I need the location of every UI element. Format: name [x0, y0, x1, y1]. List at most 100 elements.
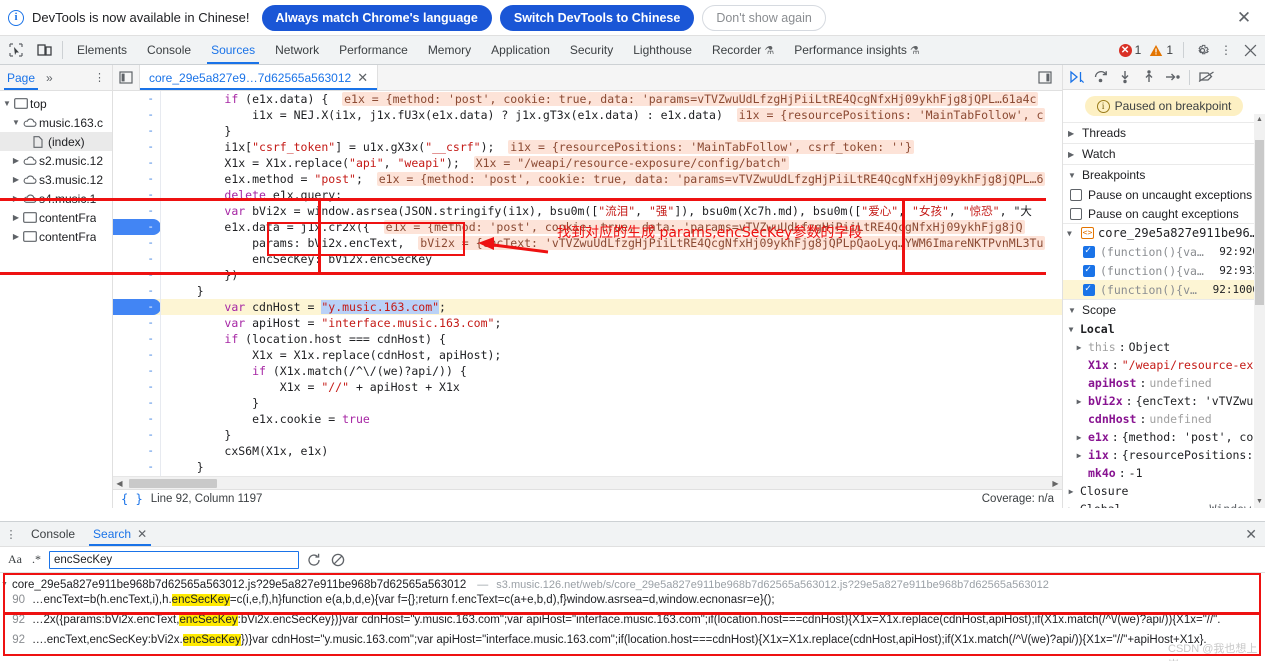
step-into-icon[interactable]: [1114, 66, 1136, 88]
tree-item[interactable]: ▼ top: [0, 94, 112, 113]
pause-uncaught-row[interactable]: Pause on uncaught exceptions: [1063, 185, 1265, 204]
editor-tab-source-file[interactable]: core_29e5a827e9…7d62565a563012 ✕: [139, 65, 379, 90]
tab-performance-insights[interactable]: Performance insights ⚗: [784, 36, 930, 64]
line-number-gutter[interactable]: -: [113, 219, 161, 235]
search-result-line[interactable]: 92 …2x({params:bVi2x.encText,encSecKey:bV…: [0, 614, 1265, 634]
code-line[interactable]: - }: [113, 283, 1062, 299]
tree-item[interactable]: ▶ s4.music.1: [0, 189, 112, 208]
tab-security[interactable]: Security: [560, 36, 623, 64]
tree-item[interactable]: ▶ contentFra: [0, 208, 112, 227]
section-threads[interactable]: ▶ Threads: [1063, 122, 1265, 143]
code-editor[interactable]: - if (e1x.data) { e1x = {method: 'post',…: [113, 91, 1062, 476]
line-number-gutter[interactable]: -: [113, 379, 161, 395]
scope-variable-row[interactable]: mk4o: -1: [1063, 464, 1265, 482]
tab-recorder[interactable]: Recorder ⚗: [702, 36, 784, 64]
tree-item[interactable]: ▼ music.163.c: [0, 113, 112, 132]
tree-item[interactable]: ▶ s2.music.12: [0, 151, 112, 170]
scope-closure-row[interactable]: ▶ Closure: [1063, 482, 1265, 500]
gear-icon[interactable]: [1191, 39, 1213, 61]
tree-item[interactable]: ▶ s3.music.12: [0, 170, 112, 189]
scrollbar-thumb[interactable]: [129, 478, 217, 488]
search-result-line[interactable]: 90 …encText=b(h.encText,i),h.encSecKey=c(…: [0, 594, 1265, 614]
refresh-icon[interactable]: [305, 551, 323, 569]
scope-variable-row[interactable]: ▶ bVi2x: {encText: 'vTVZwuUd: [1063, 392, 1265, 410]
match-case-icon[interactable]: Aa: [6, 552, 24, 567]
breakpoint-row[interactable]: (function(){va…92:933: [1063, 261, 1265, 280]
inspect-element-icon[interactable]: [2, 36, 30, 64]
code-line[interactable]: - var cdnHost = "y.music.163.com";: [113, 299, 1062, 315]
code-line[interactable]: - i1x["csrf_token"] = u1x.gX3x("__csrf")…: [113, 139, 1062, 155]
infobar-close-icon[interactable]: ✕: [1231, 5, 1257, 31]
scope-variable-row[interactable]: ▶ i1x: {resourcePositions: ': [1063, 446, 1265, 464]
line-number-gutter[interactable]: -: [113, 459, 161, 475]
scope-variable-row[interactable]: ▶ e1x: {method: 'post', cook: [1063, 428, 1265, 446]
editor-horizontal-scrollbar[interactable]: ◀ ▶: [113, 476, 1062, 489]
breakpoint-file-row[interactable]: ▼ <> core_29e5a827e911be96…: [1063, 223, 1265, 242]
checkbox[interactable]: [1070, 188, 1082, 201]
scroll-up-icon[interactable]: ▲: [1254, 114, 1265, 126]
code-line[interactable]: - }: [113, 427, 1062, 443]
scroll-left-icon[interactable]: ◀: [113, 479, 126, 488]
drawer-tab-close-icon[interactable]: ✕: [137, 527, 147, 541]
scope-variable-row[interactable]: ▶ this: Object: [1063, 338, 1265, 356]
switch-to-chinese-button[interactable]: Switch DevTools to Chinese: [499, 4, 695, 31]
line-number-gutter[interactable]: -: [113, 251, 161, 267]
code-line[interactable]: - }: [113, 395, 1062, 411]
code-line[interactable]: - X1x = X1x.replace("api", "weapi"); X1x…: [113, 155, 1062, 171]
debugger-scrollbar[interactable]: ▲ ▼: [1254, 114, 1265, 508]
regex-icon[interactable]: .*: [30, 552, 43, 567]
scrollbar-thumb[interactable]: [1255, 140, 1264, 306]
tab-memory[interactable]: Memory: [418, 36, 481, 64]
code-line[interactable]: - if (X1x.match(/^\/(we)?api/)) {: [113, 363, 1062, 379]
line-number-gutter[interactable]: -: [113, 107, 161, 123]
editor-tab-close-icon[interactable]: ✕: [357, 70, 368, 86]
scope-variable-row[interactable]: apiHost: undefined: [1063, 374, 1265, 392]
tab-lighthouse[interactable]: Lighthouse: [623, 36, 702, 64]
step-out-icon[interactable]: [1138, 66, 1160, 88]
clear-icon[interactable]: [329, 551, 347, 569]
section-breakpoints[interactable]: ▼ Breakpoints: [1063, 164, 1265, 185]
line-number-gutter[interactable]: -: [113, 331, 161, 347]
code-line[interactable]: - encSecKey: bVi2x.encSecKey: [113, 251, 1062, 267]
scope-variable-row[interactable]: cdnHost: undefined: [1063, 410, 1265, 428]
line-number-gutter[interactable]: -: [113, 139, 161, 155]
line-number-gutter[interactable]: -: [113, 123, 161, 139]
error-badge[interactable]: ✕ 1: [1116, 43, 1145, 57]
drawer-more-icon[interactable]: ⋮: [0, 528, 22, 541]
line-number-gutter[interactable]: -: [113, 395, 161, 411]
deactivate-breakpoints-icon[interactable]: [1195, 66, 1217, 88]
line-number-gutter[interactable]: -: [113, 235, 161, 251]
search-input[interactable]: [49, 550, 299, 569]
pretty-print-icon[interactable]: { }: [115, 492, 151, 506]
tree-item[interactable]: (index): [0, 132, 112, 151]
always-match-language-button[interactable]: Always match Chrome's language: [261, 4, 492, 31]
code-line[interactable]: - X1x = "//" + apiHost + X1x: [113, 379, 1062, 395]
section-scope[interactable]: ▼ Scope: [1063, 299, 1265, 320]
scope-global-row[interactable]: ▶ Global Window: [1063, 500, 1265, 508]
drawer-tab-search[interactable]: Search ✕: [84, 522, 156, 546]
code-line[interactable]: - cxS6M(X1x, e1x): [113, 443, 1062, 459]
line-number-gutter[interactable]: -: [113, 411, 161, 427]
scroll-down-icon[interactable]: ▼: [1254, 496, 1265, 508]
code-line[interactable]: - if (location.host === cdnHost) {: [113, 331, 1062, 347]
warning-badge[interactable]: 1: [1146, 43, 1176, 57]
device-toolbar-icon[interactable]: [30, 36, 58, 64]
code-line[interactable]: - }): [113, 267, 1062, 283]
line-number-gutter[interactable]: -: [113, 299, 161, 315]
resume-script-icon[interactable]: [1066, 66, 1088, 88]
close-devtools-icon[interactable]: [1239, 39, 1261, 61]
code-line[interactable]: - if (e1x.data) { e1x = {method: 'post',…: [113, 91, 1062, 107]
tab-network[interactable]: Network: [265, 36, 329, 64]
line-number-gutter[interactable]: -: [113, 267, 161, 283]
search-result-line[interactable]: 92 ….encText,encSecKey:bVi2x.encSecKey})}…: [0, 634, 1265, 654]
navigator-tab-page[interactable]: Page: [0, 65, 42, 90]
checkbox[interactable]: [1070, 207, 1082, 220]
drawer-tab-console[interactable]: Console: [22, 522, 84, 546]
line-number-gutter[interactable]: -: [113, 315, 161, 331]
navigator-more-icon[interactable]: ⋮: [94, 71, 112, 84]
line-number-gutter[interactable]: -: [113, 155, 161, 171]
checkbox[interactable]: [1083, 283, 1095, 296]
line-number-gutter[interactable]: -: [113, 427, 161, 443]
breakpoint-row[interactable]: (function(){v…92:1000: [1063, 280, 1265, 300]
code-line[interactable]: - X1x = X1x.replace(cdnHost, apiHost);: [113, 347, 1062, 363]
